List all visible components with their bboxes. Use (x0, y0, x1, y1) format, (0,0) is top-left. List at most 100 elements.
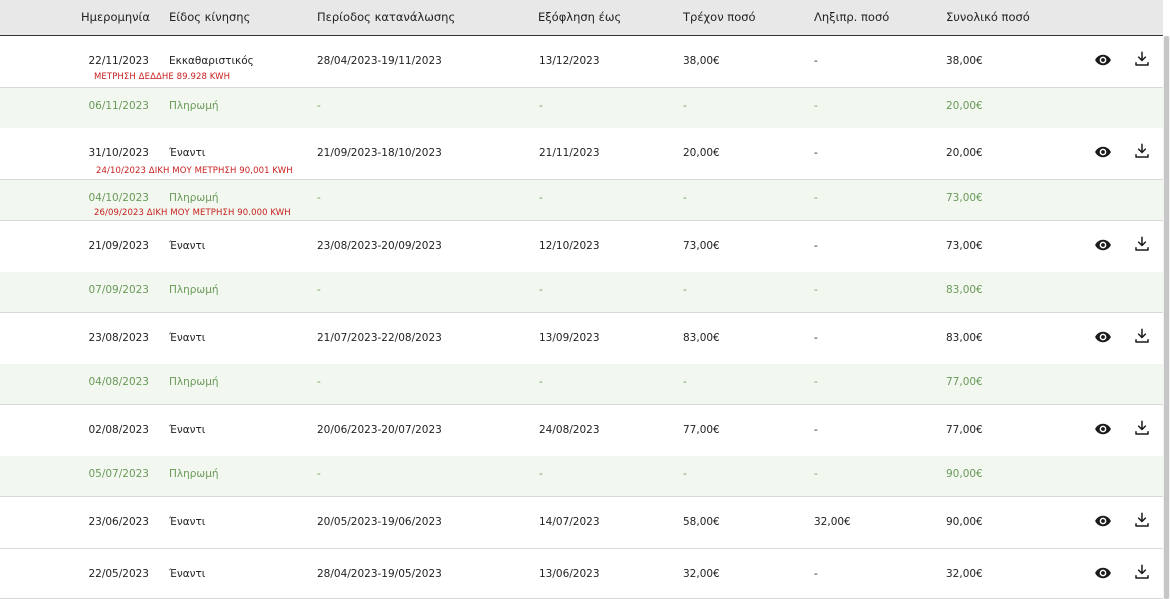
eye-icon[interactable] (1094, 143, 1112, 161)
cell-period: 21/07/2023-22/08/2023 (317, 332, 442, 344)
cell-current: - (683, 468, 687, 480)
cell-period: - (317, 284, 321, 296)
cell-current: 58,00€ (683, 516, 720, 528)
header-type: Είδος κίνησης (169, 10, 251, 24)
header-total: Συνολικό ποσό (946, 10, 1030, 24)
cell-period: 20/06/2023-20/07/2023 (317, 424, 442, 436)
cell-total: 73,00€ (946, 240, 983, 252)
cell-current: 77,00€ (683, 424, 720, 436)
cell-total: 20,00€ (946, 147, 983, 159)
cell-current: - (683, 100, 687, 112)
cell-date: 04/10/2023 (88, 192, 149, 204)
cell-total: 77,00€ (946, 424, 983, 436)
header-current: Τρέχον ποσό (683, 10, 756, 24)
cell-type: Έναντι (169, 147, 206, 159)
cell-total: 83,00€ (946, 332, 983, 344)
cell-period: 20/05/2023-19/06/2023 (317, 516, 442, 528)
cell-period: - (317, 100, 321, 112)
cell-due: - (539, 284, 543, 296)
cell-date: 21/09/2023 (88, 240, 149, 252)
cell-date: 22/05/2023 (88, 568, 149, 580)
cell-current: - (683, 192, 687, 204)
cell-date: 05/07/2023 (88, 468, 149, 480)
header-date: Ημερομηνία (81, 10, 151, 24)
cell-overdue: - (814, 55, 818, 67)
cell-current: - (683, 284, 687, 296)
cell-due: - (539, 468, 543, 480)
download-icon[interactable] (1133, 235, 1151, 253)
cell-period: - (317, 192, 321, 204)
meter-note: 24/10/2023 ΔΙΚΗ ΜΟΥ ΜΕΤΡΗΣΗ 90,001 KWH (96, 166, 293, 176)
cell-total: 77,00€ (946, 376, 983, 388)
cell-due: - (539, 192, 543, 204)
table-row: 23/08/2023 Έναντι 21/07/2023-22/08/2023 13/… (0, 313, 1163, 365)
eye-icon[interactable] (1094, 420, 1112, 438)
cell-type: Έναντι (169, 240, 206, 252)
cell-total: 32,00€ (946, 568, 983, 580)
cell-overdue: - (814, 100, 818, 112)
cell-period: - (317, 468, 321, 480)
meter-note: 26/09/2023 ΔΙΚΗ ΜΟΥ ΜΕΤΡΗΣΗ 90.000 KWH (94, 208, 291, 218)
header-due: Εξόφληση έως (538, 10, 622, 24)
table-row: 23/06/2023 Έναντι 20/05/2023-19/06/2023 14/… (0, 497, 1163, 549)
scrollbar[interactable] (1163, 36, 1170, 599)
eye-icon[interactable] (1094, 328, 1112, 346)
cell-type: Έναντι (169, 568, 206, 580)
scrollbar-thumb[interactable] (1164, 36, 1169, 599)
cell-overdue: - (814, 468, 818, 480)
cell-period: 23/08/2023-20/09/2023 (317, 240, 442, 252)
cell-date: 04/08/2023 (88, 376, 149, 388)
cell-current: 83,00€ (683, 332, 720, 344)
cell-due: 13/06/2023 (539, 568, 600, 580)
eye-icon[interactable] (1094, 512, 1112, 530)
cell-total: 20,00€ (946, 100, 983, 112)
cell-total: 38,00€ (946, 55, 983, 67)
cell-overdue: - (814, 192, 818, 204)
cell-due: 14/07/2023 (539, 516, 600, 528)
cell-due: 24/08/2023 (539, 424, 600, 436)
cell-overdue: - (814, 376, 818, 388)
download-icon[interactable] (1133, 511, 1151, 529)
cell-due: 13/09/2023 (539, 332, 600, 344)
table-header: Ημερομηνία Είδος κίνησης Περίοδος κατανά… (0, 0, 1163, 36)
download-icon[interactable] (1133, 50, 1151, 68)
cell-date: 02/08/2023 (88, 424, 149, 436)
cell-period: 28/04/2023-19/05/2023 (317, 568, 442, 580)
cell-due: 21/11/2023 (539, 147, 600, 159)
cell-date: 23/06/2023 (88, 516, 149, 528)
table-row: 04/08/2023 Πληρωμή - - - - 77,00€ (0, 364, 1163, 405)
cell-date: 23/08/2023 (88, 332, 149, 344)
cell-type: Πληρωμή (169, 468, 219, 480)
cell-current: 38,00€ (683, 55, 720, 67)
cell-current: 32,00€ (683, 568, 720, 580)
cell-due: 13/12/2023 (539, 55, 600, 67)
cell-period: - (317, 376, 321, 388)
cell-date: 22/11/2023 (88, 55, 149, 67)
cell-due: - (539, 376, 543, 388)
cell-current: - (683, 376, 687, 388)
download-icon[interactable] (1133, 563, 1151, 581)
table-row: 02/08/2023 Έναντι 20/06/2023-20/07/2023 24/… (0, 405, 1163, 457)
cell-type: Πληρωμή (169, 192, 219, 204)
eye-icon[interactable] (1094, 564, 1112, 582)
download-icon[interactable] (1133, 142, 1151, 160)
cell-due: 12/10/2023 (539, 240, 600, 252)
cell-type: Εκκαθαριστικός (169, 55, 254, 67)
cell-current: 73,00€ (683, 240, 720, 252)
cell-overdue: 32,00€ (814, 516, 851, 528)
download-icon[interactable] (1133, 327, 1151, 345)
table-row: 22/05/2023 Έναντι 28/04/2023-19/05/2023 13/… (0, 549, 1163, 599)
header-overdue: Ληξιπρ. ποσό (814, 10, 890, 24)
cell-period: 21/09/2023-18/10/2023 (317, 147, 442, 159)
cell-overdue: - (814, 332, 818, 344)
cell-overdue: - (814, 284, 818, 296)
cell-overdue: - (814, 568, 818, 580)
eye-icon[interactable] (1094, 51, 1112, 69)
table-row: 07/09/2023 Πληρωμή - - - - 83,00€ (0, 272, 1163, 313)
cell-current: 20,00€ (683, 147, 720, 159)
cell-total: 90,00€ (946, 468, 983, 480)
download-icon[interactable] (1133, 419, 1151, 437)
cell-type: Έναντι (169, 332, 206, 344)
cell-total: 90,00€ (946, 516, 983, 528)
eye-icon[interactable] (1094, 236, 1112, 254)
